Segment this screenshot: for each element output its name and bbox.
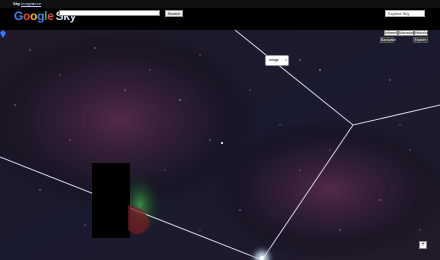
backyard-button[interactable]: Backyard xyxy=(380,37,396,43)
map-pin-icon[interactable] xyxy=(0,30,6,38)
zoom-plus-icon[interactable]: + xyxy=(419,241,427,249)
infrared-button[interactable]: Infrared xyxy=(384,30,398,36)
sky-canvas xyxy=(0,30,440,260)
nebula-glow-right xyxy=(210,120,440,260)
google-sky-window: Sky Images more Google Sky Search Explore… xyxy=(0,0,440,260)
info-bubble-label: Image xyxy=(269,58,279,62)
top-link-bar: Sky Images more xyxy=(0,0,440,8)
missing-tile xyxy=(92,163,130,238)
search-input[interactable] xyxy=(59,10,160,16)
close-icon[interactable]: x xyxy=(285,56,287,63)
search-button[interactable]: Search xyxy=(165,10,183,17)
info-bubble[interactable]: Image x xyxy=(265,55,289,66)
top-link-more[interactable]: more xyxy=(32,0,41,8)
bright-star-core xyxy=(260,256,264,260)
top-link-sky[interactable]: Sky xyxy=(13,0,20,8)
historical-button[interactable]: Historical xyxy=(414,30,429,36)
sky-map[interactable]: Infrared Microwave Historical Backyard E… xyxy=(0,30,440,260)
explore-button[interactable]: Explore xyxy=(413,37,428,43)
header: Google Sky Search Explore Sky xyxy=(0,8,440,33)
explore-sky-select[interactable]: Explore Sky xyxy=(385,10,425,17)
microwave-button[interactable]: Microwave xyxy=(398,30,416,36)
